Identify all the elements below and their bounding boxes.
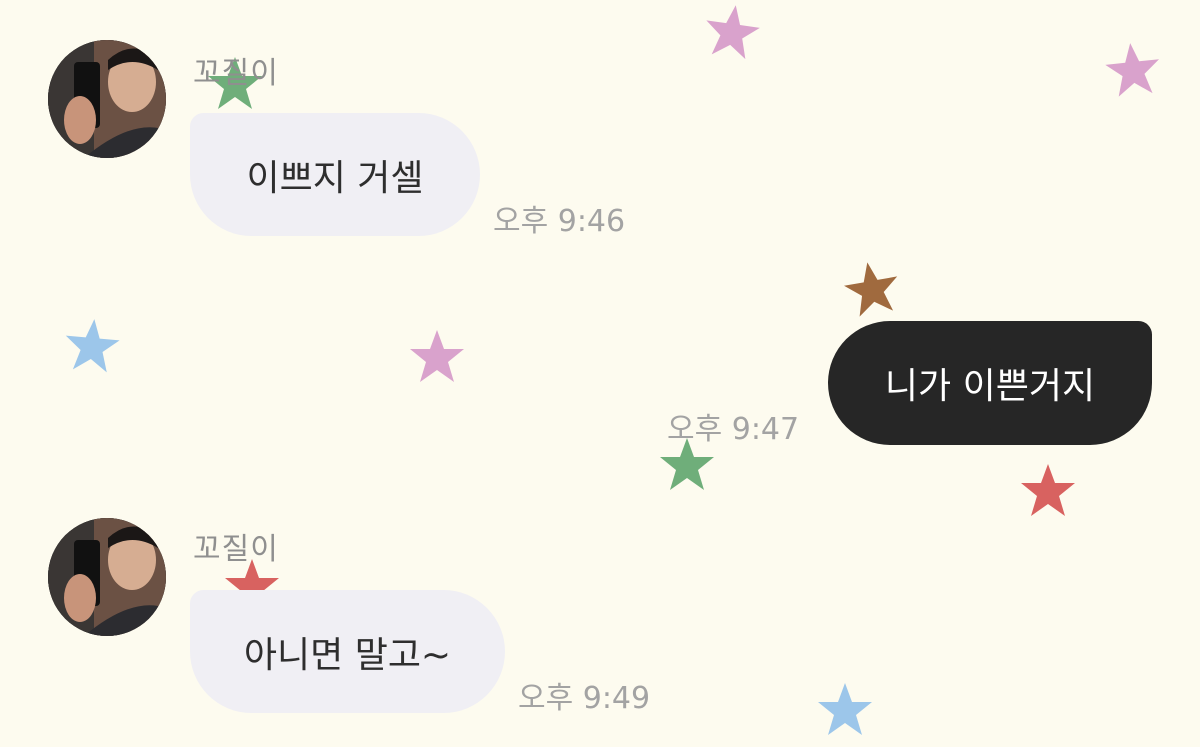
star-icon <box>842 259 902 319</box>
message-timestamp: 오후 9:47 <box>667 412 800 447</box>
message-bubble[interactable]: 이쁘지 거셀 <box>190 113 480 236</box>
star-icon <box>1103 40 1163 100</box>
star-icon <box>1018 461 1078 521</box>
message-text: 이쁘지 거셀 <box>246 157 424 199</box>
avatar[interactable] <box>48 40 166 158</box>
message-timestamp: 오후 9:49 <box>518 681 651 716</box>
message-text: 아니면 말고~ <box>243 634 452 676</box>
chat-screen: 꼬질이 이쁘지 거셀 오후 9:46 오후 9:47 니가 이쁜거지 꼬질이 아… <box>0 0 1200 747</box>
message-bubble[interactable]: 아니면 말고~ <box>190 590 505 713</box>
sender-name: 꼬질이 <box>193 532 279 567</box>
star-icon <box>702 2 762 62</box>
message-text: 니가 이쁜거지 <box>884 366 1096 407</box>
star-icon <box>815 680 875 740</box>
message-timestamp: 오후 9:46 <box>493 204 626 239</box>
avatar[interactable] <box>48 518 166 636</box>
star-icon <box>407 327 467 387</box>
sender-name: 꼬질이 <box>193 56 279 91</box>
star-icon <box>62 316 122 376</box>
message-bubble[interactable]: 니가 이쁜거지 <box>828 321 1152 445</box>
